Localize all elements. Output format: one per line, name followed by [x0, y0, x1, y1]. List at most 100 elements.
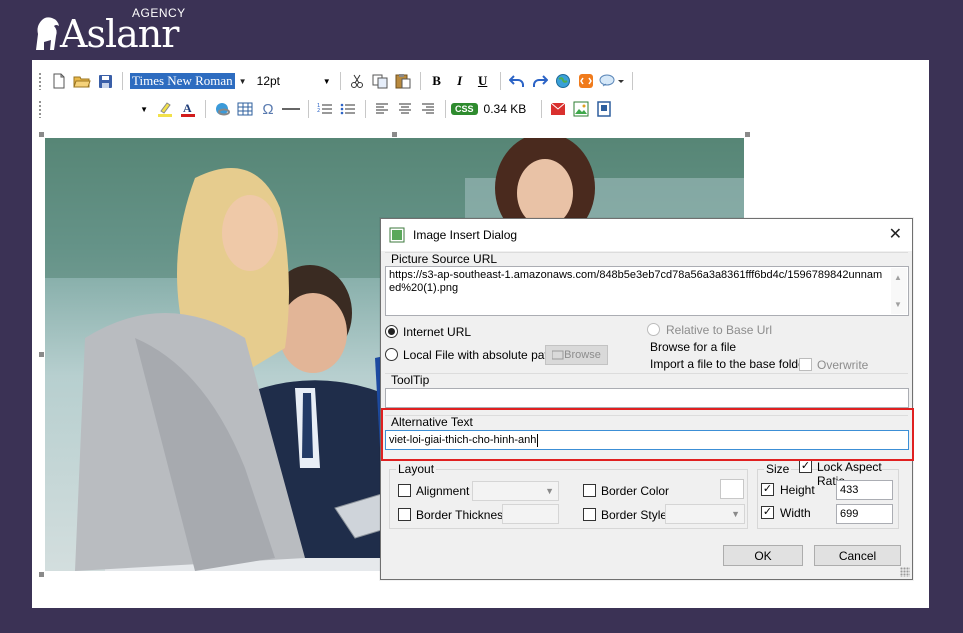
open-folder-icon[interactable] — [71, 70, 93, 92]
paragraph-style-select[interactable]: ▼ — [48, 99, 148, 119]
highlight-icon[interactable] — [154, 98, 176, 120]
svg-text:A: A — [183, 101, 192, 115]
close-icon[interactable]: ✕ — [889, 227, 902, 243]
relative-base-url-radio[interactable] — [647, 323, 660, 336]
height-checkbox[interactable]: ✓ — [761, 483, 774, 496]
lock-aspect-checkbox[interactable]: ✓ — [799, 460, 812, 473]
save-icon[interactable] — [94, 70, 116, 92]
border-thickness-label: Border Thickness — [416, 508, 510, 522]
dialog-title: Image Insert Dialog — [413, 228, 518, 242]
border-color-label: Border Color — [601, 484, 670, 498]
chevron-down-icon: ▼ — [238, 76, 247, 86]
numbered-list-icon[interactable]: 12 — [314, 98, 336, 120]
browse-button[interactable]: Browse — [545, 345, 608, 365]
toolbar-separator — [419, 72, 421, 90]
toolbar-separator — [205, 100, 206, 118]
resize-handle[interactable] — [39, 132, 44, 137]
border-thickness-input[interactable] — [502, 504, 559, 524]
resize-grip[interactable] — [900, 567, 910, 577]
width-value: 699 — [840, 508, 859, 520]
link-icon[interactable] — [211, 98, 233, 120]
border-color-checkbox[interactable] — [583, 484, 596, 497]
lion-logo-icon — [36, 17, 59, 50]
resize-handle[interactable] — [392, 132, 397, 137]
local-file-label: Local File with absolute path — [403, 348, 555, 362]
font-name-value: Times New Roman — [130, 73, 235, 89]
relative-base-url-label: Relative to Base Url — [666, 323, 773, 337]
toolbar-grip[interactable] — [38, 100, 42, 118]
copy-icon[interactable] — [369, 70, 391, 92]
alignment-select[interactable]: ▼ — [472, 481, 559, 501]
border-color-swatch[interactable] — [720, 479, 744, 499]
folder-icon — [552, 350, 564, 360]
brand-tag: AGENCY — [132, 6, 186, 20]
document-size: 0.34 KB — [483, 102, 527, 116]
height-value: 433 — [840, 484, 859, 496]
spell-check-icon[interactable] — [598, 70, 626, 92]
local-file-radio[interactable] — [385, 348, 398, 361]
internet-url-radio[interactable] — [385, 325, 398, 338]
email-icon[interactable] — [547, 98, 569, 120]
globe-icon[interactable] — [552, 70, 574, 92]
resize-handle[interactable] — [745, 132, 750, 137]
toolbar-separator — [308, 100, 309, 118]
scroll-up-icon[interactable]: ▲ — [894, 271, 902, 284]
cut-icon[interactable] — [346, 70, 368, 92]
align-center-icon[interactable] — [394, 98, 416, 120]
picture-url-value: https://s3-ap-southeast-1.amazonaws.com/… — [389, 269, 883, 294]
undo-icon[interactable] — [506, 70, 528, 92]
table-icon[interactable] — [234, 98, 256, 120]
dialog-titlebar[interactable]: Image Insert Dialog — [381, 219, 912, 251]
toolbar-separator — [339, 72, 341, 90]
css-badge[interactable]: CSS — [451, 103, 478, 115]
new-doc-icon[interactable] — [48, 70, 70, 92]
toolbar-main: Times New Roman ▼ 12pt ▼ B I U — [38, 68, 638, 94]
tooltip-label: ToolTip — [391, 373, 430, 387]
paste-icon[interactable] — [392, 70, 414, 92]
chevron-down-icon: ▼ — [322, 76, 331, 86]
html-icon[interactable] — [575, 70, 597, 92]
resize-handle[interactable] — [39, 572, 44, 577]
width-input[interactable]: 699 — [836, 504, 893, 524]
width-checkbox[interactable]: ✓ — [761, 506, 774, 519]
toolbar-format: ▼ A Ω 12 CSS 0.34 KB — [38, 96, 616, 122]
special-char-button[interactable]: Ω — [257, 98, 279, 120]
ok-button[interactable]: OK — [723, 545, 803, 566]
layout-label: Layout — [396, 462, 437, 476]
size-label: Size — [764, 462, 792, 476]
font-color-icon[interactable]: A — [177, 98, 199, 120]
font-size-select[interactable]: 12pt ▼ — [257, 74, 331, 88]
border-style-label: Border Style — [601, 508, 668, 522]
picture-url-field[interactable]: https://s3-ap-southeast-1.amazonaws.com/… — [385, 266, 909, 316]
underline-button[interactable]: U — [472, 70, 494, 92]
toolbar-separator — [541, 100, 543, 118]
redo-icon[interactable] — [529, 70, 551, 92]
tooltip-input[interactable] — [385, 388, 909, 408]
image-icon[interactable] — [570, 98, 592, 120]
bold-button[interactable]: B — [426, 70, 448, 92]
alt-text-highlight — [381, 408, 914, 461]
horizontal-rule-icon[interactable] — [280, 98, 302, 120]
align-right-icon[interactable] — [417, 98, 439, 120]
overwrite-label: Overwrite — [817, 358, 869, 372]
browse-label: Browse — [564, 349, 601, 361]
scroll-down-icon[interactable]: ▼ — [894, 298, 902, 311]
toolbar-grip[interactable] — [38, 72, 42, 90]
resize-handle[interactable] — [39, 352, 44, 357]
bullet-list-icon[interactable] — [337, 98, 359, 120]
align-left-icon[interactable] — [371, 98, 393, 120]
overwrite-checkbox[interactable] — [799, 358, 812, 371]
border-style-select[interactable]: ▼ — [665, 504, 745, 524]
url-scrollbar[interactable]: ▲ ▼ — [891, 268, 907, 314]
svg-text:2: 2 — [317, 108, 320, 114]
alignment-checkbox[interactable] — [398, 484, 411, 497]
height-label: Height — [780, 483, 815, 497]
height-input[interactable]: 433 — [836, 480, 893, 500]
cancel-button[interactable]: Cancel — [814, 545, 901, 566]
page-icon[interactable] — [593, 98, 615, 120]
italic-button[interactable]: I — [449, 70, 471, 92]
border-thickness-checkbox[interactable] — [398, 508, 411, 521]
border-style-checkbox[interactable] — [583, 508, 596, 521]
font-name-select[interactable]: Times New Roman ▼ — [128, 71, 251, 91]
width-label: Width — [780, 506, 811, 520]
